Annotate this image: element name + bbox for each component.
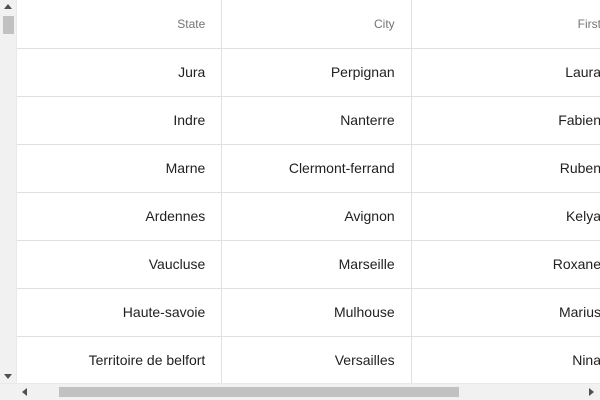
cell-state[interactable]: Indre — [17, 96, 222, 145]
cell-first[interactable]: Ruben — [410, 144, 600, 193]
table-row[interactable]: Indre Nanterre Fabien — [17, 96, 600, 145]
horizontal-scrollbar-thumb[interactable] — [59, 387, 459, 397]
table-row[interactable]: Ardennes Avignon Kelya — [17, 192, 600, 241]
vertical-scrollbar[interactable] — [0, 0, 17, 383]
cell-state[interactable]: Jura — [17, 48, 222, 97]
triangle-right-icon[interactable] — [589, 388, 594, 396]
cell-city[interactable]: Avignon — [221, 192, 412, 241]
column-header-first[interactable]: First — [410, 0, 600, 49]
column-header-city[interactable]: City — [221, 0, 412, 49]
data-grid: State City First Jura Perpignan Laura In… — [17, 0, 600, 383]
cell-state[interactable]: Haute-savoie — [17, 288, 222, 337]
table-row[interactable]: Territoire de belfort Versailles Nina — [17, 336, 600, 383]
data-table: State City First Jura Perpignan Laura In… — [17, 0, 600, 383]
table-row[interactable]: Marne Clermont-ferrand Ruben — [17, 144, 600, 193]
cell-first[interactable]: Nina — [410, 336, 600, 383]
cell-state[interactable]: Ardennes — [17, 192, 222, 241]
triangle-down-icon[interactable] — [4, 374, 12, 379]
header-row: State City First — [17, 0, 600, 49]
cell-city[interactable]: Nanterre — [221, 96, 412, 145]
column-header-state[interactable]: State — [17, 0, 222, 49]
cell-state[interactable]: Territoire de belfort — [17, 336, 222, 383]
cell-city[interactable]: Clermont-ferrand — [221, 144, 412, 193]
table-row[interactable]: Jura Perpignan Laura — [17, 48, 600, 97]
cell-city[interactable]: Versailles — [221, 336, 412, 383]
triangle-up-icon[interactable] — [4, 4, 12, 9]
cell-city[interactable]: Marseille — [221, 240, 412, 289]
cell-first[interactable]: Roxane — [410, 240, 600, 289]
table-row[interactable]: Haute-savoie Mulhouse Marius — [17, 288, 600, 337]
cell-first[interactable]: Kelya — [410, 192, 600, 241]
cell-state[interactable]: Marne — [17, 144, 222, 193]
cell-city[interactable]: Perpignan — [221, 48, 412, 97]
cell-first[interactable]: Laura — [410, 48, 600, 97]
cell-first[interactable]: Marius — [410, 288, 600, 337]
triangle-left-icon[interactable] — [22, 388, 27, 396]
cell-first[interactable]: Fabien — [410, 96, 600, 145]
cell-city[interactable]: Mulhouse — [221, 288, 412, 337]
horizontal-scrollbar[interactable] — [0, 383, 600, 400]
cell-state[interactable]: Vaucluse — [17, 240, 222, 289]
vertical-scrollbar-thumb[interactable] — [3, 16, 14, 34]
data-grid-viewport: State City First Jura Perpignan Laura In… — [0, 0, 600, 400]
table-row[interactable]: Vaucluse Marseille Roxane — [17, 240, 600, 289]
